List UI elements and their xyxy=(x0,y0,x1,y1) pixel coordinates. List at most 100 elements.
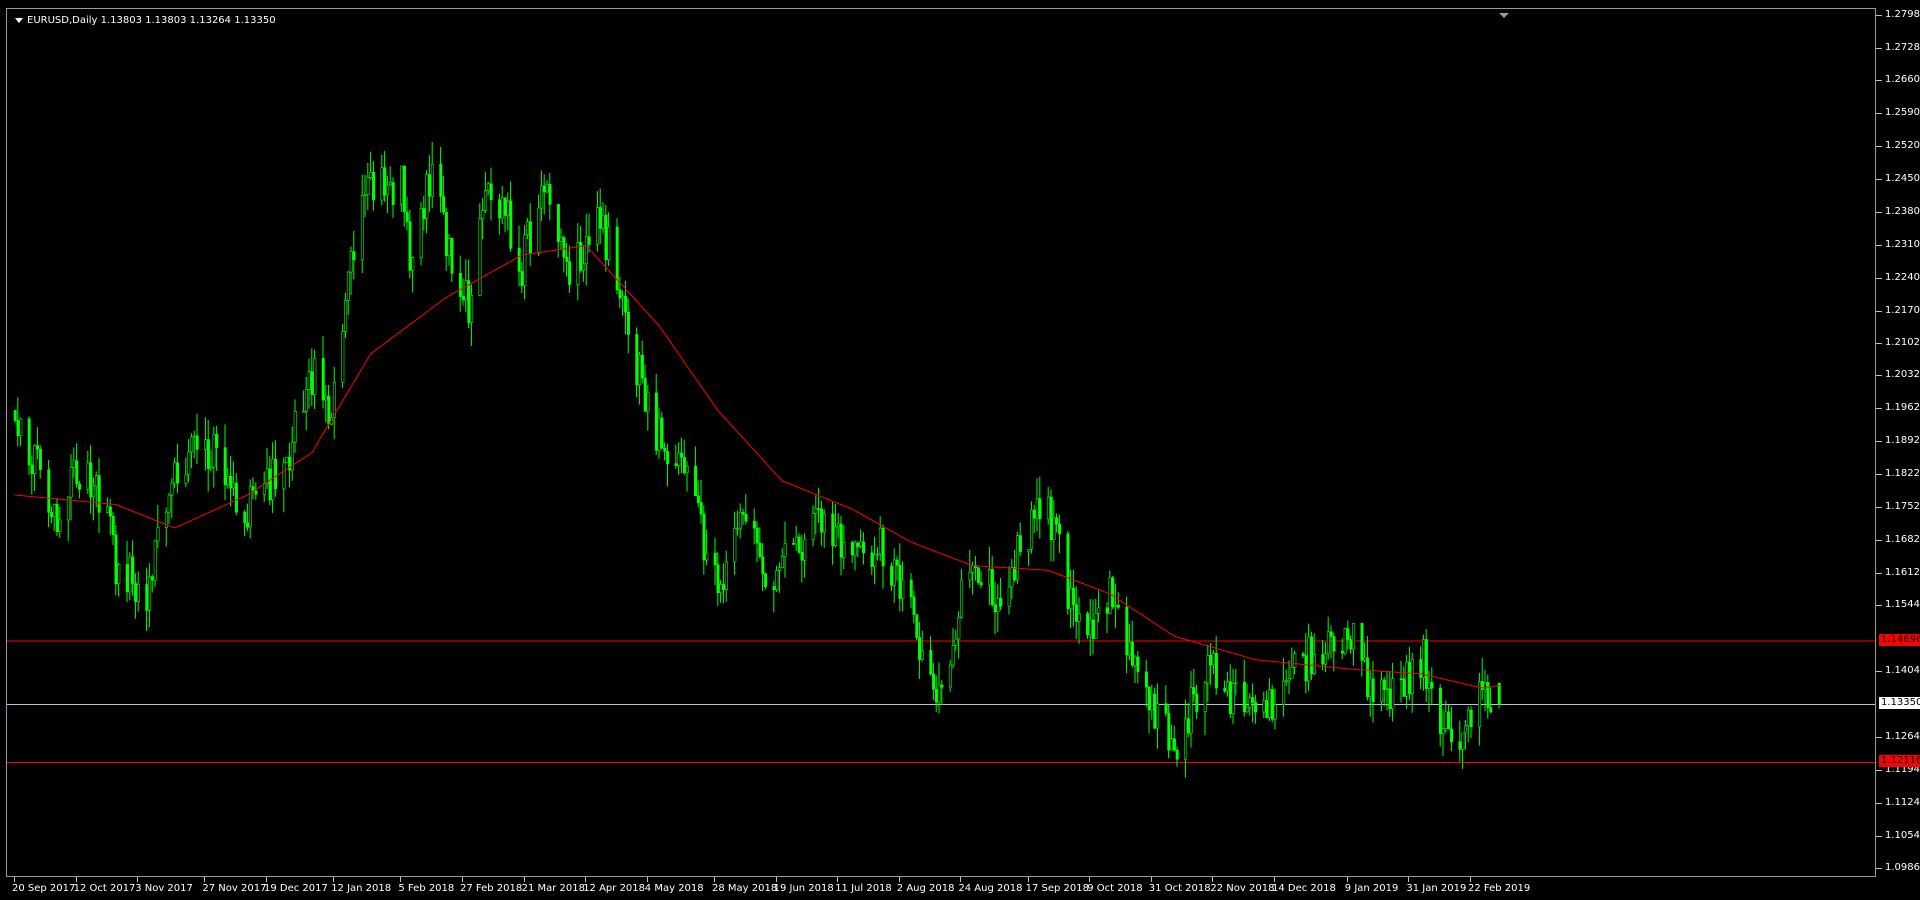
candle-body xyxy=(131,556,135,584)
candle-body xyxy=(1038,498,1042,520)
candle-body xyxy=(1352,623,1356,650)
candle-body xyxy=(268,468,272,501)
candle-body xyxy=(1007,586,1011,607)
candle-body xyxy=(1245,706,1249,713)
price-label: 1.18920 xyxy=(1885,435,1920,447)
candle-body xyxy=(892,559,896,586)
price-chart-svg[interactable] xyxy=(7,9,1876,877)
candle-body xyxy=(1385,688,1389,691)
candle-body xyxy=(537,207,541,254)
candle-body xyxy=(1091,619,1095,639)
time-label: 11 Jul 2018 xyxy=(835,883,892,894)
candle-body xyxy=(526,221,530,235)
candle-body xyxy=(215,434,219,448)
candle-body xyxy=(383,167,387,196)
candle-body xyxy=(1116,605,1120,608)
price-scale[interactable]: 1.27980 1.27280 1.26600 1.25900 1.25200 1.245… xyxy=(1876,8,1920,877)
candle-body xyxy=(1447,711,1451,730)
candle-body xyxy=(145,584,149,611)
candle-body xyxy=(663,448,667,452)
symbol-header-text: EURUSD,Daily 1.13803 1.13803 1.13264 1.1… xyxy=(27,15,276,26)
candle-body xyxy=(1234,681,1238,684)
collapse-triangle-icon[interactable] xyxy=(15,17,23,23)
candle-body xyxy=(369,172,373,178)
price-label: 1.17520 xyxy=(1885,501,1920,513)
price-label: 1.21700 xyxy=(1885,304,1920,316)
candle-body xyxy=(372,172,376,201)
candle-body xyxy=(643,377,647,412)
candle-body xyxy=(654,392,658,451)
candle-body xyxy=(1153,693,1157,729)
candle-body xyxy=(234,482,238,513)
plot-area[interactable]: EURUSD,Daily 1.13803 1.13803 1.13264 1.1… xyxy=(6,8,1876,877)
candle-body xyxy=(738,511,742,529)
candle-body xyxy=(562,237,566,258)
candle-body xyxy=(254,490,258,495)
candle-body xyxy=(719,584,723,594)
symbol-header[interactable]: EURUSD,Daily 1.13803 1.13803 1.13264 1.1… xyxy=(15,15,276,26)
time-label: 31 Oct 2018 xyxy=(1148,883,1211,894)
candle-body xyxy=(920,650,924,660)
candle-body xyxy=(1469,709,1473,728)
candle-body xyxy=(576,241,580,285)
candle-body xyxy=(192,435,196,438)
candle-body xyxy=(1366,657,1370,698)
candle-body xyxy=(1074,604,1078,622)
candle-body xyxy=(775,570,779,591)
candle-body xyxy=(148,576,152,611)
candle-body xyxy=(744,514,748,522)
candle-body xyxy=(1343,628,1347,654)
candle-body xyxy=(705,552,709,561)
candle-body xyxy=(839,523,843,558)
candle-body xyxy=(1349,639,1353,650)
candle-body xyxy=(1097,607,1101,614)
candle-body xyxy=(50,512,54,518)
candle-body xyxy=(363,194,367,196)
price-label: 1.25200 xyxy=(1885,139,1920,151)
candle-body xyxy=(1248,697,1252,708)
candle-body xyxy=(890,565,894,586)
candle-body xyxy=(1111,577,1115,607)
price-label: 1.23800 xyxy=(1885,205,1920,217)
candle-body xyxy=(696,495,700,504)
price-tick xyxy=(1876,277,1882,279)
candle-body xyxy=(699,502,703,515)
time-scale[interactable]: 20 Sep 2017 12 Oct 2017 3 Nov 2017 27 Nov 2… xyxy=(6,877,1876,900)
candle-body xyxy=(204,439,208,450)
candle-body xyxy=(713,552,717,565)
candle-body xyxy=(545,184,549,193)
candle-body xyxy=(92,485,96,498)
price-label: 1.27980 xyxy=(1885,9,1920,21)
candle-body xyxy=(69,467,73,498)
candle-body xyxy=(38,448,42,470)
candle-body xyxy=(271,458,275,501)
chart-window[interactable]: EURUSD,Daily 1.13803 1.13803 1.13264 1.1… xyxy=(0,0,1920,900)
candle-body xyxy=(1133,656,1137,666)
candle-body xyxy=(30,464,34,474)
candle-body xyxy=(520,271,524,287)
candle-body xyxy=(761,556,765,574)
candle-body xyxy=(293,411,297,443)
price-label: 1.12640 xyxy=(1885,730,1920,742)
candle-body xyxy=(929,650,933,675)
candle-body xyxy=(517,248,521,272)
candle-body xyxy=(853,542,857,556)
candle-body xyxy=(646,392,650,412)
candle-body xyxy=(226,476,230,486)
candle-body xyxy=(1422,639,1426,678)
candle-body xyxy=(450,238,454,274)
chart-shift-marker-icon[interactable] xyxy=(1499,13,1509,18)
candle-body xyxy=(741,511,745,515)
candle-body xyxy=(559,237,563,242)
time-label: 28 May 2018 xyxy=(712,883,778,894)
candle-body xyxy=(78,483,82,490)
time-label: 4 May 2018 xyxy=(644,883,704,894)
candle-body xyxy=(724,561,728,590)
candle-body xyxy=(1360,623,1364,661)
candle-body xyxy=(428,174,432,197)
price-label: 1.10540 xyxy=(1885,829,1920,841)
candle-body xyxy=(878,527,882,555)
candle-body xyxy=(386,184,390,196)
price-label: 1.27280 xyxy=(1885,41,1920,53)
candle-body xyxy=(282,462,286,490)
